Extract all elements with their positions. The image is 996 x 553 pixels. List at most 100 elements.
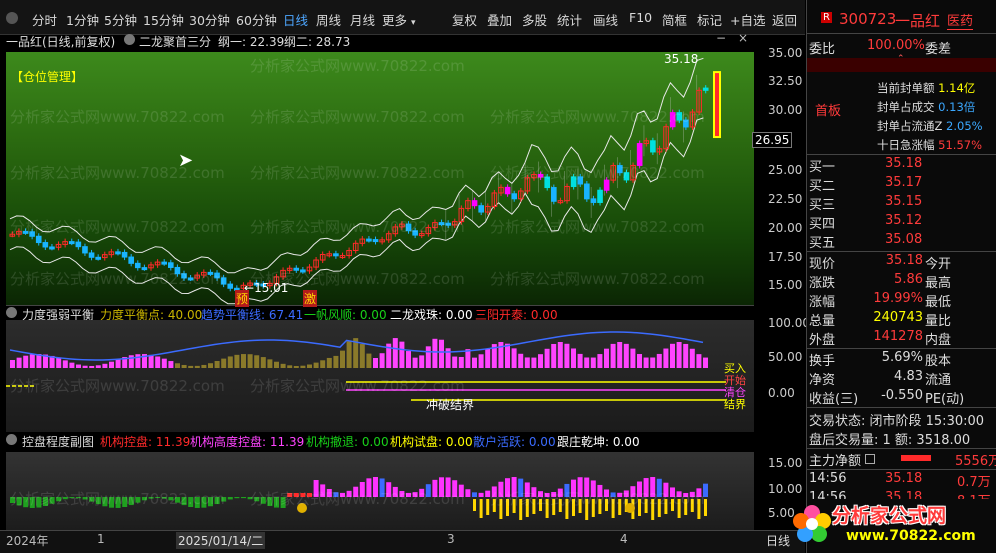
yellow-bar xyxy=(671,499,674,511)
candle-body xyxy=(227,283,234,289)
btn-mark[interactable]: 标记 xyxy=(697,10,722,29)
tab-30min[interactable]: 30分钟 xyxy=(189,10,230,29)
circle-menu-icon[interactable] xyxy=(6,12,18,24)
panel2-y-axis: 100.00 50.00 0.00 xyxy=(756,316,810,432)
tab-15min[interactable]: 15分钟 xyxy=(143,10,184,29)
y-tick: 15.00 xyxy=(768,456,803,470)
strength-bar xyxy=(23,355,29,368)
candle-body xyxy=(88,252,95,258)
tab-5min[interactable]: 5分钟 xyxy=(104,10,137,29)
control-bar xyxy=(485,490,491,497)
control-bar xyxy=(604,489,609,497)
strength-bar xyxy=(326,357,332,368)
tab-weekly[interactable]: 周线 xyxy=(316,10,341,29)
yellow-bar xyxy=(486,499,490,515)
low-price-label: ←15.01 xyxy=(244,281,289,295)
tab-1min[interactable]: 1分钟 xyxy=(66,10,99,29)
strength-bar xyxy=(201,364,207,368)
panel2-chart[interactable]: 冲破结界 买入 开始 清仓 结界 xyxy=(6,320,754,432)
coin-icon xyxy=(297,503,307,513)
stat-value: 5.69% xyxy=(881,350,923,365)
strength-bar xyxy=(16,357,22,368)
control-bar-neg xyxy=(175,497,180,503)
yellow-bar xyxy=(532,499,536,514)
stat-label: 最低 xyxy=(925,295,952,310)
yellow-bar xyxy=(572,499,575,516)
control-bar-neg xyxy=(43,497,48,506)
panel3-header: 控盘程度副图 机构控盘: 11.39 机构高度控盘: 11.39 机构撤退: 0… xyxy=(0,433,805,449)
y-tick: 100.00 xyxy=(768,316,810,330)
panel3-name[interactable]: 控盘程度副图 xyxy=(22,433,94,450)
bid-price: 35.17 xyxy=(885,175,923,190)
control-bar-neg xyxy=(260,497,266,504)
strength-bar xyxy=(10,360,15,368)
strength-bar xyxy=(62,360,68,368)
control-bar-neg xyxy=(102,497,108,507)
tab-monthly[interactable]: 月线 xyxy=(350,10,375,29)
candle-body xyxy=(412,230,418,236)
bid-label: 买五 xyxy=(809,236,836,251)
tab-more[interactable]: 更多 ▾ xyxy=(382,10,416,29)
btn-multistock[interactable]: 多股 xyxy=(522,10,547,29)
control-bar xyxy=(696,488,702,497)
tab-60min[interactable]: 60分钟 xyxy=(236,10,277,29)
tab-fenshi[interactable]: 分时 xyxy=(32,10,57,29)
btn-fuquan[interactable]: 复权 xyxy=(452,10,477,29)
btn-draw[interactable]: 画线 xyxy=(593,10,618,29)
strength-bar xyxy=(260,357,266,368)
main-kline-panel[interactable]: 【仓位管理】 35.18 ←15.01 预 激 ➤ xyxy=(6,52,754,307)
gang-one-value: 纲一: 22.39 xyxy=(218,35,285,49)
stock-name: 一品红 xyxy=(895,12,941,30)
strength-bar xyxy=(564,343,570,368)
candle-body xyxy=(42,242,49,248)
seal-value: 2.05% xyxy=(946,119,983,133)
details-icon[interactable] xyxy=(865,454,875,464)
strength-bar xyxy=(379,353,385,368)
panel3-settings-icon[interactable] xyxy=(6,433,19,447)
yellow-bar xyxy=(519,499,523,520)
tab-daily[interactable]: 日线 xyxy=(283,10,308,29)
control-bar xyxy=(689,491,695,497)
strength-bar xyxy=(76,364,81,368)
panel3-chart[interactable] xyxy=(6,452,754,530)
control-bar-neg xyxy=(109,497,114,508)
circle-settings-icon[interactable] xyxy=(124,33,137,47)
bid-price: 35.08 xyxy=(885,232,923,247)
control-bar-neg xyxy=(274,497,279,508)
yellow-bar xyxy=(684,499,688,515)
control-bar-neg xyxy=(241,497,246,499)
strength-bar xyxy=(247,354,253,368)
yellow-bar xyxy=(591,499,595,517)
candle-body xyxy=(471,200,478,207)
sector-link[interactable]: 医药 xyxy=(947,10,974,30)
btn-simple[interactable]: 简框 xyxy=(662,10,687,29)
candle-body xyxy=(577,176,584,185)
control-bar xyxy=(465,489,471,497)
control-bar-neg xyxy=(56,497,62,502)
seal-label: 封单占流通Z xyxy=(877,119,943,133)
panel2-settings-icon[interactable] xyxy=(6,306,19,320)
candle-body xyxy=(544,176,551,189)
control-bar-neg xyxy=(194,497,200,508)
main-y-axis: 35.00 32.50 30.00 25.00 22.50 20.00 17.5… xyxy=(752,46,806,306)
gang-two-value: 纲二: 28.73 xyxy=(284,35,351,49)
close-icon[interactable]: × xyxy=(738,31,748,45)
candle-body xyxy=(636,143,643,166)
y-tick: 22.50 xyxy=(768,192,803,206)
btn-stats[interactable]: 统计 xyxy=(557,10,582,29)
yellow-bar xyxy=(704,499,707,516)
minimize-icon[interactable]: − xyxy=(716,31,726,45)
candle-body xyxy=(22,230,29,234)
stat-label: 最高 xyxy=(925,276,952,291)
strength-bar xyxy=(472,357,477,368)
btn-back[interactable]: 返回 xyxy=(772,10,797,29)
btn-overlay[interactable]: 叠加 xyxy=(487,10,512,29)
mouse-cursor-icon: ➤ xyxy=(178,150,194,171)
strength-bar xyxy=(643,357,649,368)
strength-bar xyxy=(313,362,319,368)
btn-add-watch[interactable]: +自选 xyxy=(730,10,765,29)
btn-f10[interactable]: F10 xyxy=(629,10,652,25)
indicator-name[interactable]: 二龙聚首三分 xyxy=(139,33,211,50)
strength-bar xyxy=(307,364,312,368)
candle-body xyxy=(214,272,220,279)
